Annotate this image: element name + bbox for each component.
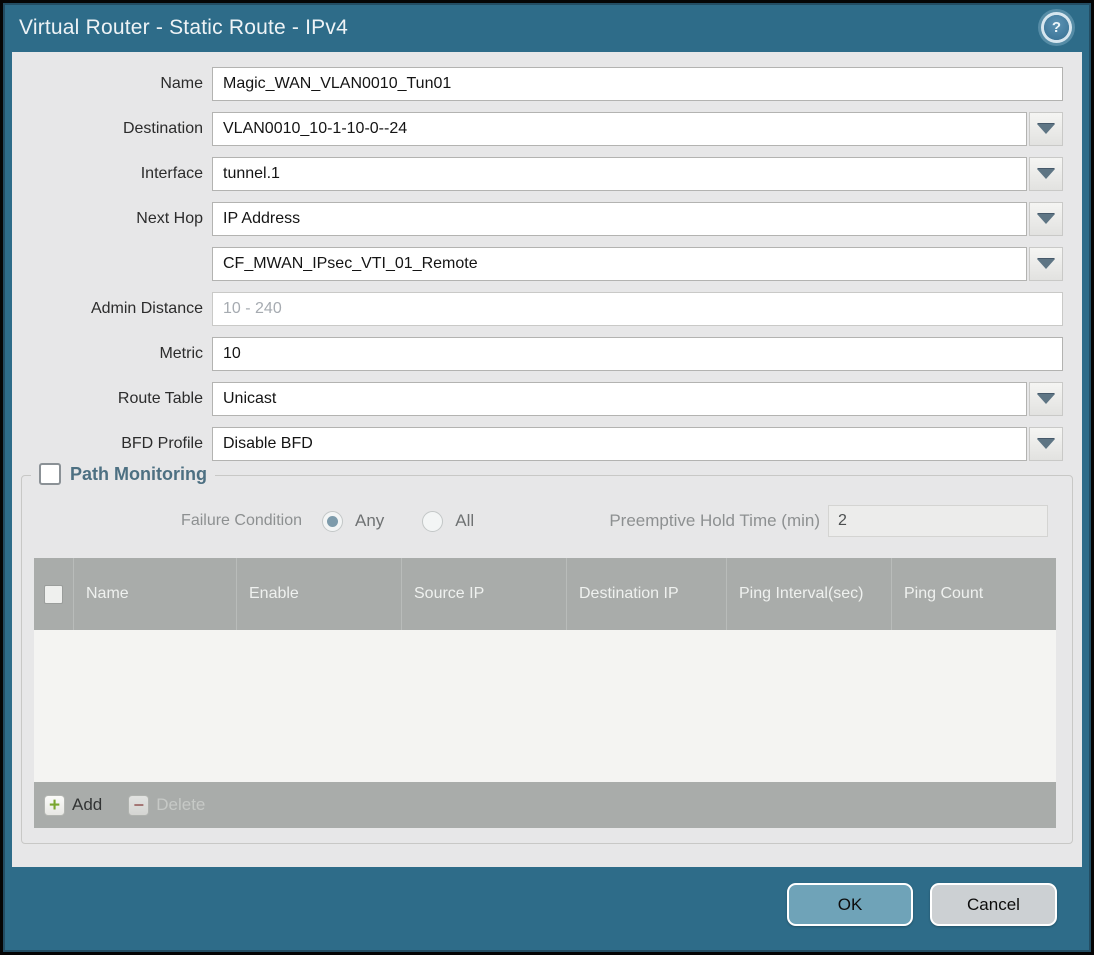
admin-distance-input[interactable] — [212, 292, 1063, 326]
next-hop-type-dropdown-button[interactable] — [1029, 202, 1063, 236]
destination-dropdown-button[interactable] — [1029, 112, 1063, 146]
path-monitoring-legend: Path Monitoring — [31, 463, 215, 485]
header-checkbox-cell — [34, 558, 74, 630]
failure-condition-any-radio[interactable] — [322, 510, 343, 532]
name-label: Name — [160, 75, 203, 92]
chevron-down-icon — [1037, 259, 1055, 269]
dialog-action-buttons: OK Cancel — [787, 883, 1057, 926]
header-ping-interval: Ping Interval(sec) — [727, 558, 892, 630]
add-button-label: Add — [72, 795, 103, 814]
interface-label: Interface — [140, 165, 203, 182]
delete-icon: − — [128, 794, 150, 816]
path-monitoring-checkbox[interactable] — [39, 463, 61, 485]
select-all-checkbox[interactable] — [44, 584, 63, 604]
route-table-label: Route Table — [117, 390, 203, 407]
table-footer-toolbar: + Add − Delete — [34, 782, 1056, 828]
path-monitoring-section: Path Monitoring Failure Condition Any Al… — [21, 463, 1073, 844]
interface-input[interactable] — [212, 157, 1027, 191]
chevron-down-icon — [1037, 169, 1055, 179]
add-button[interactable]: + Add — [44, 794, 103, 816]
destination-row: Destination — [12, 112, 1082, 146]
chevron-down-icon — [1037, 394, 1055, 404]
name-row: Name — [12, 67, 1082, 101]
cancel-button[interactable]: Cancel — [930, 883, 1057, 926]
next-hop-address-row — [12, 247, 1082, 281]
admin-distance-label: Admin Distance — [90, 300, 203, 317]
help-icon[interactable]: ? — [1044, 15, 1069, 40]
interface-dropdown-button[interactable] — [1029, 157, 1063, 191]
bfd-profile-input[interactable] — [212, 427, 1027, 461]
chevron-down-icon — [1037, 124, 1055, 134]
bfd-profile-row: BFD Profile — [12, 427, 1082, 461]
preemptive-hold-time-input[interactable] — [828, 505, 1048, 537]
chevron-down-icon — [1037, 214, 1055, 224]
dialog-titlebar: Virtual Router - Static Route - IPv4 ? — [3, 3, 1091, 52]
failure-condition-any-label: Any — [355, 511, 385, 530]
dialog-title: Virtual Router - Static Route - IPv4 — [19, 15, 348, 39]
preemptive-hold-time-label: Preemptive Hold Time (min) — [609, 511, 820, 530]
ok-button[interactable]: OK — [787, 883, 913, 926]
header-name: Name — [74, 558, 237, 630]
admin-distance-row: Admin Distance — [12, 292, 1082, 326]
next-hop-label: Next Hop — [136, 210, 203, 227]
route-table-input[interactable] — [212, 382, 1027, 416]
dialog-body-panel: Name Destination Interface — [12, 52, 1082, 867]
help-question-glyph: ? — [1051, 19, 1062, 36]
header-source-ip: Source IP — [402, 558, 567, 630]
metric-row: Metric — [12, 337, 1082, 371]
table-body-empty — [34, 630, 1056, 782]
bfd-profile-dropdown-button[interactable] — [1029, 427, 1063, 461]
destination-label: Destination — [122, 120, 203, 137]
chevron-down-icon — [1037, 439, 1055, 449]
failure-condition-all-radio[interactable] — [422, 510, 444, 532]
failure-condition-label: Failure Condition — [181, 512, 302, 529]
table-header-row: Name Enable Source IP Destination IP Pin… — [34, 558, 1056, 630]
metric-label: Metric — [159, 345, 203, 362]
destination-input[interactable] — [212, 112, 1027, 146]
delete-button[interactable]: − Delete — [128, 794, 206, 816]
next-hop-address-input[interactable] — [212, 247, 1027, 281]
header-ping-count: Ping Count — [904, 585, 984, 603]
delete-button-label: Delete — [156, 795, 206, 814]
bfd-profile-label: BFD Profile — [121, 435, 203, 452]
add-icon: + — [44, 794, 65, 816]
route-table-dropdown-button[interactable] — [1029, 382, 1063, 416]
interface-row: Interface — [12, 157, 1082, 191]
failure-condition-all-label: All — [455, 511, 475, 530]
name-input[interactable] — [212, 67, 1063, 101]
metric-input[interactable] — [212, 337, 1063, 371]
failure-condition-row: Failure Condition Any All Preemptive Hol… — [22, 504, 1048, 538]
next-hop-type-input[interactable] — [212, 202, 1027, 236]
header-enable: Enable — [237, 558, 402, 630]
path-monitoring-table: Name Enable Source IP Destination IP Pin… — [34, 558, 1056, 828]
static-route-dialog: Virtual Router - Static Route - IPv4 ? N… — [0, 0, 1094, 955]
path-monitoring-title: Path Monitoring — [70, 463, 207, 484]
next-hop-row: Next Hop — [12, 202, 1082, 236]
route-table-row: Route Table — [12, 382, 1082, 416]
next-hop-address-dropdown-button[interactable] — [1029, 247, 1063, 281]
header-destination-ip: Destination IP — [567, 558, 727, 630]
